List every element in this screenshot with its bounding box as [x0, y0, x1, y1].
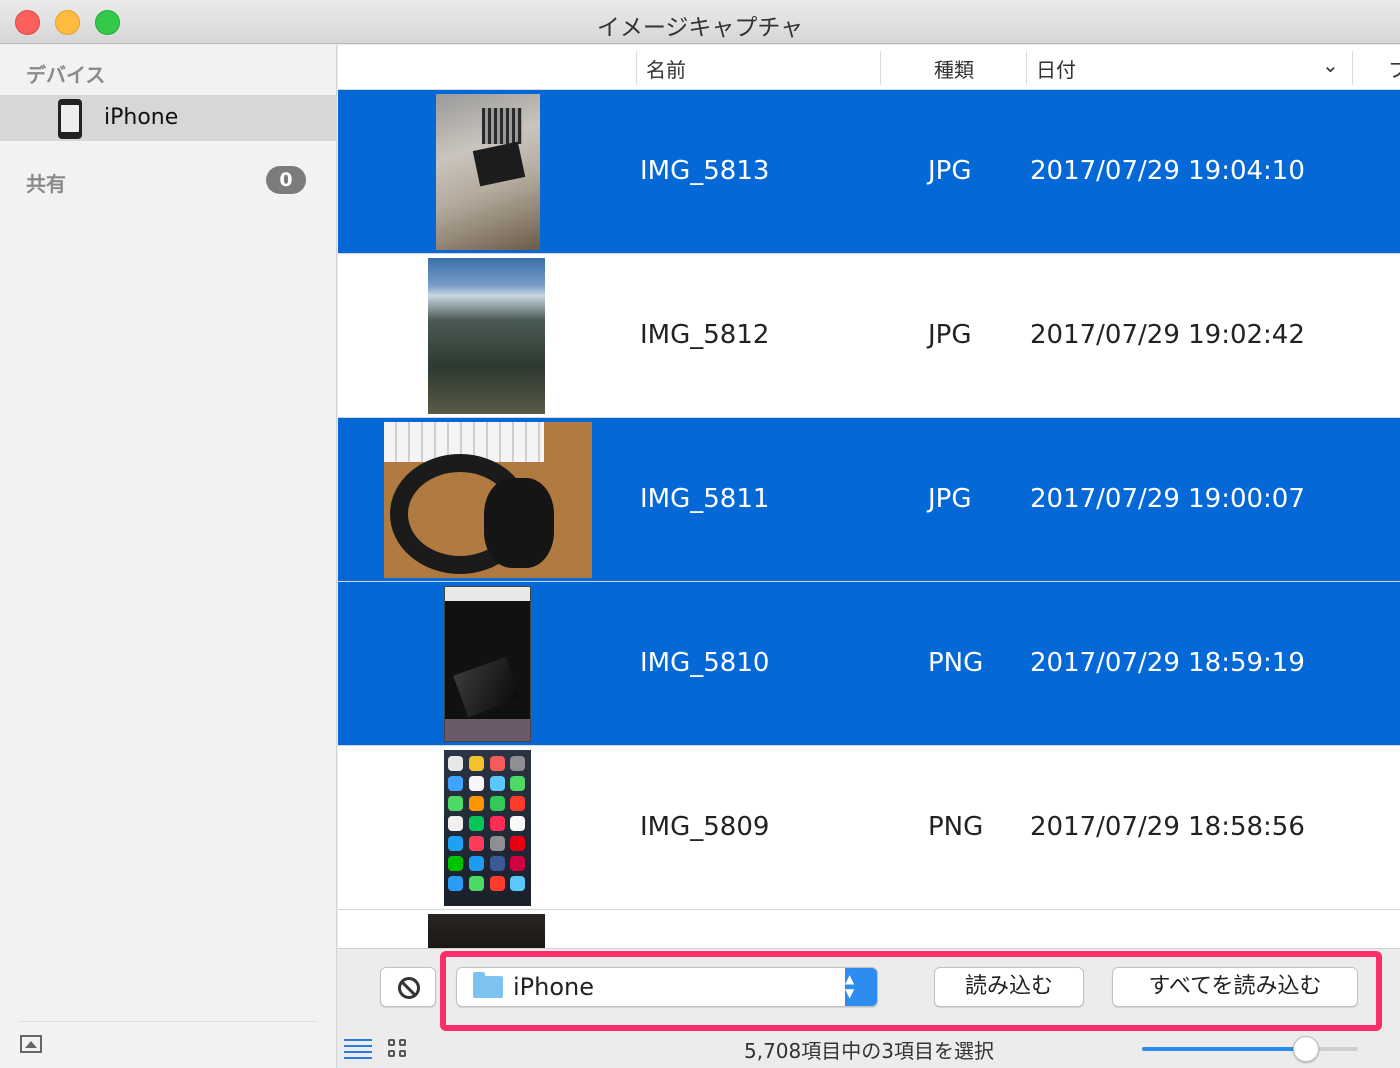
shared-heading: 共有 [26, 172, 66, 196]
thumbnail-size-slider[interactable] [1142, 1036, 1358, 1062]
sidebar: デバイス iPhone 共有 0 [0, 45, 337, 1068]
file-date: 2017/07/29 19:02:42 [1030, 320, 1305, 350]
file-type: JPG [928, 320, 972, 350]
file-name: IMG_5811 [640, 484, 770, 514]
photo-thumbnail [428, 914, 545, 948]
photo-list: 名前 種類 日付 ⌄ フ IMG_5813 JPG 2017/07/29 19:… [338, 45, 1400, 948]
bottom-toolbar: iPhone ▲ ▼ 読み込む すべてを読み込む 5,708項目中の3項目を選択 [338, 948, 1400, 1068]
folder-icon [473, 972, 503, 998]
shared-count-badge: 0 [266, 166, 306, 194]
import-all-button[interactable]: すべてを読み込む [1112, 967, 1358, 1007]
destination-label: iPhone [513, 973, 595, 1001]
column-separator[interactable] [880, 51, 881, 85]
table-row[interactable]: IMG_5812 JPG 2017/07/29 19:02:42 [338, 254, 1400, 418]
stop-icon [398, 977, 420, 999]
select-stepper-icon: ▲ ▼ [845, 968, 877, 1006]
file-name: IMG_5810 [640, 648, 770, 678]
import-button[interactable]: 読み込む [934, 967, 1084, 1007]
column-type[interactable]: 種類 [934, 54, 974, 83]
table-row[interactable]: IMG_5813 JPG 2017/07/29 19:04:10 [338, 90, 1400, 254]
device-label: iPhone [104, 105, 179, 130]
window-title: イメージキャプチャ [596, 15, 804, 41]
file-date: 2017/07/29 19:00:07 [1030, 484, 1305, 514]
file-name: IMG_5809 [640, 812, 770, 842]
file-name: IMG_5812 [640, 320, 770, 350]
column-more[interactable]: フ [1388, 54, 1400, 83]
table-row[interactable]: IMG_5809 PNG 2017/07/29 18:58:56 [338, 746, 1400, 910]
devices-heading: デバイス [26, 63, 106, 87]
file-name: IMG_5813 [640, 156, 770, 186]
column-header: 名前 種類 日付 ⌄ フ [338, 45, 1400, 90]
destination-select[interactable]: iPhone ▲ ▼ [456, 967, 878, 1007]
file-date: 2017/07/29 18:58:56 [1030, 812, 1305, 842]
cancel-import-button[interactable] [380, 967, 436, 1007]
file-date: 2017/07/29 19:04:10 [1030, 156, 1305, 186]
table-row[interactable]: IMG_5810 PNG 2017/07/29 18:59:19 [338, 582, 1400, 746]
file-type: PNG [928, 812, 984, 842]
column-date[interactable]: 日付 [1036, 54, 1076, 83]
column-separator[interactable] [636, 51, 637, 85]
sidebar-item-iphone[interactable]: iPhone [0, 95, 336, 141]
photo-thumbnail [444, 586, 531, 742]
table-row[interactable] [338, 910, 1400, 948]
file-type: JPG [928, 484, 972, 514]
slider-knob[interactable] [1293, 1036, 1319, 1062]
slider-fill [1142, 1047, 1306, 1051]
photo-thumbnail [384, 422, 592, 578]
photo-thumbnail [444, 750, 531, 906]
column-separator[interactable] [1352, 51, 1353, 85]
table-row[interactable]: IMG_5811 JPG 2017/07/29 19:00:07 [338, 418, 1400, 582]
column-name[interactable]: 名前 [646, 54, 686, 83]
file-type: PNG [928, 648, 984, 678]
title-bar: イメージキャプチャ [0, 0, 1400, 44]
sidebar-divider [18, 1021, 318, 1022]
chevron-down-icon[interactable]: ⌄ [1322, 53, 1339, 77]
photo-thumbnail [436, 94, 540, 250]
photo-thumbnail [428, 258, 545, 414]
sidebar-toggle-icon[interactable] [20, 1035, 42, 1053]
file-date: 2017/07/29 18:59:19 [1030, 648, 1305, 678]
file-type: JPG [928, 156, 972, 186]
column-separator[interactable] [1026, 51, 1027, 85]
phone-icon [58, 99, 82, 139]
